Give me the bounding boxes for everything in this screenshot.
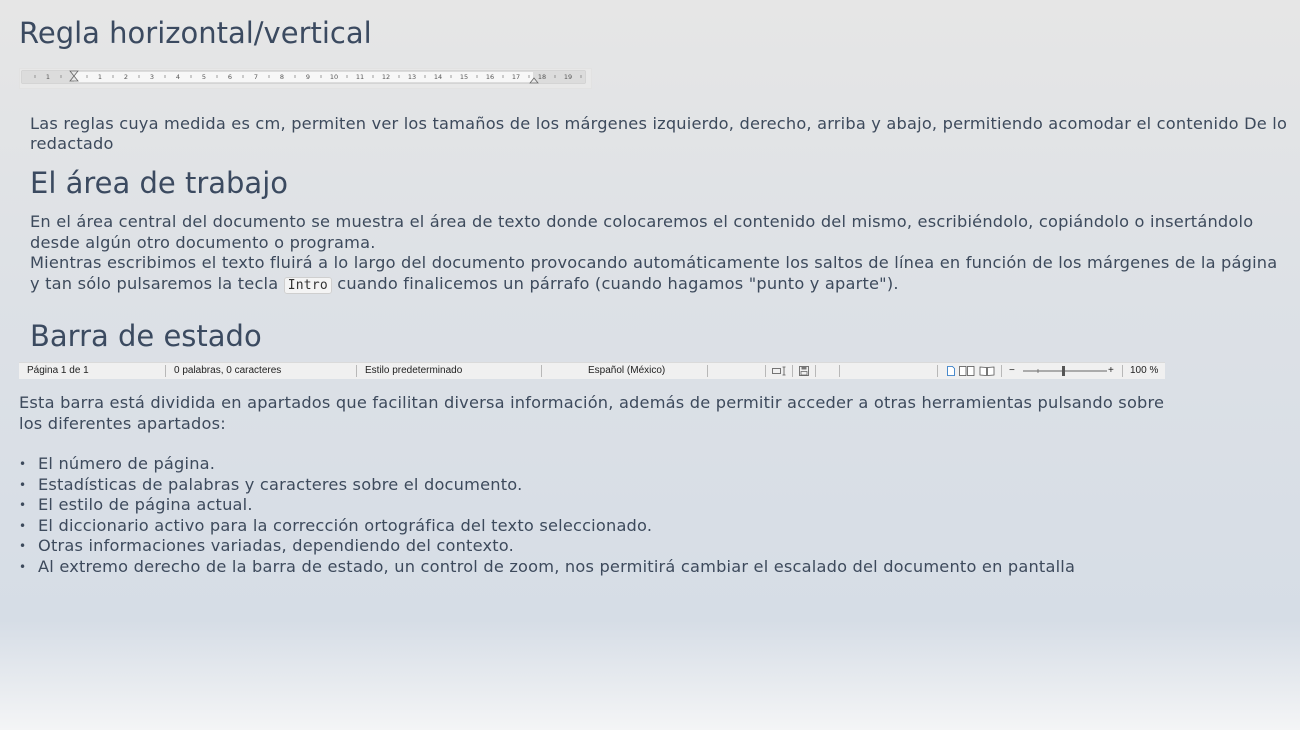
ruler-description: Las reglas cuya medida es cm, permiten v… <box>30 114 1288 153</box>
selection-mode-icon[interactable] <box>772 366 788 378</box>
ruler-number: 19 <box>564 73 572 81</box>
status-section-title: Barra de estado <box>30 319 262 353</box>
work-area-paragraph-2: Mientras escribimos el texto fluirá a lo… <box>30 253 1292 296</box>
ruler-number: 10 <box>330 73 338 81</box>
ruler-number: 17 <box>512 73 520 81</box>
paragraph-2-end: cuando finalicemos un párrafo (cuando ha… <box>337 273 899 293</box>
ruler-number: 3 <box>150 73 154 81</box>
list-item: Estadísticas de palabras y caracteres so… <box>19 475 1075 496</box>
zoom-out-icon[interactable]: − <box>1009 365 1015 377</box>
ruler-number: 7 <box>254 73 258 81</box>
status-word-count[interactable]: 0 palabras, 0 caracteres <box>174 365 281 377</box>
work-area-paragraph-1: En el área central del documento se mues… <box>30 212 1254 252</box>
book-view-icon[interactable] <box>979 366 995 378</box>
list-item: El número de página. <box>19 454 1075 475</box>
ruler-graphic: 1 1 2 3 4 5 6 7 8 9 10 11 12 13 14 15 16 17 18 19 <box>21 70 586 84</box>
list-item: El estilo de página actual. <box>19 495 1075 516</box>
horizontal-ruler-image: 1 1 2 3 4 5 6 7 8 9 10 11 12 13 14 15 16 17 18 19 <box>19 68 592 89</box>
status-page-style[interactable]: Estilo predeterminado <box>365 365 462 377</box>
ruler-number: 4 <box>176 73 180 81</box>
status-bar: Página 1 de 1 0 palabras, 0 caracteres E… <box>19 362 1165 379</box>
ruler-number: 1 <box>98 73 102 81</box>
list-item: El diccionario activo para la corrección… <box>19 516 1075 537</box>
work-area-text: En el área central del documento se mues… <box>30 212 1292 296</box>
multi-page-view-icon[interactable] <box>959 366 975 378</box>
ruler-number: 13 <box>408 73 416 81</box>
ruler-number: 2 <box>124 73 128 81</box>
single-page-view-icon[interactable] <box>946 366 956 378</box>
ruler-number: 14 <box>434 73 442 81</box>
intro-key: Intro <box>283 276 332 294</box>
ruler-number: 6 <box>228 73 232 81</box>
ruler-number: 8 <box>280 73 284 81</box>
status-language[interactable]: Español (México) <box>588 365 665 377</box>
ruler-number: 9 <box>306 73 310 81</box>
save-status-icon[interactable] <box>799 366 809 378</box>
zoom-in-icon[interactable]: + <box>1108 365 1114 377</box>
work-area-title: El área de trabajo <box>30 166 288 200</box>
zoom-slider-thumb[interactable] <box>1062 366 1065 376</box>
ruler-number: 18 <box>538 73 546 81</box>
ruler-number: 5 <box>202 73 206 81</box>
ruler-number: 12 <box>382 73 390 81</box>
ruler-section-title: Regla horizontal/vertical <box>19 16 372 50</box>
status-page-count[interactable]: Página 1 de 1 <box>27 365 89 377</box>
ruler-number: 11 <box>356 73 364 81</box>
list-item: Al extremo derecho de la barra de estado… <box>19 557 1075 578</box>
ruler-number: 15 <box>460 73 468 81</box>
ruler-number: 16 <box>486 73 494 81</box>
ruler-number: 1 <box>46 73 50 81</box>
zoom-slider[interactable] <box>1023 365 1107 377</box>
status-bar-features-list: El número de página.Estadísticas de pala… <box>19 454 1075 577</box>
zoom-percentage[interactable]: 100 % <box>1130 365 1158 377</box>
list-item: Otras informaciones variadas, dependiend… <box>19 536 1075 557</box>
status-bar-description: Esta barra está dividida en apartados qu… <box>19 393 1165 433</box>
